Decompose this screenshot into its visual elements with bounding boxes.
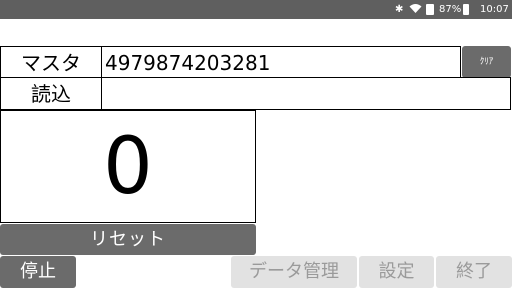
reset-button[interactable]: リセット <box>0 224 256 255</box>
status-bar: ✱ 87% 10:07 <box>0 0 512 19</box>
clock: 10:07 <box>480 4 509 15</box>
battery-icon <box>463 4 469 15</box>
master-field[interactable]: 4979874203281 <box>101 46 461 78</box>
settings-button[interactable]: 設定 <box>359 256 434 288</box>
exit-button[interactable]: 終了 <box>436 256 512 288</box>
wifi-icon <box>409 3 422 16</box>
master-label: マスタ <box>0 46 102 78</box>
bluetooth-icon: ✱ <box>395 4 404 15</box>
read-label: 読込 <box>0 77 102 110</box>
clear-button[interactable]: ｸﾘｱ <box>462 46 511 78</box>
sim-icon <box>426 4 434 15</box>
count-display: 0 <box>0 110 256 223</box>
read-field[interactable] <box>101 77 511 110</box>
stop-button[interactable]: 停止 <box>0 256 76 288</box>
battery-percent: 87% <box>439 4 462 15</box>
data-management-button[interactable]: データ管理 <box>231 256 357 288</box>
